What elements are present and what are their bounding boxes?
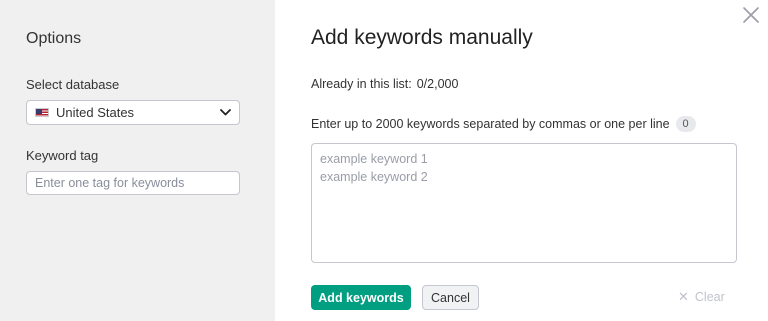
clear-x-icon: ✕: [678, 289, 689, 304]
keyword-tag-label: Keyword tag: [26, 148, 99, 163]
list-count-info: Already in this list: 0/2,000: [311, 77, 458, 91]
instructions-text: Enter up to 2000 keywords separated by c…: [311, 117, 670, 131]
database-select[interactable]: United States: [26, 100, 240, 125]
close-icon[interactable]: [742, 6, 760, 24]
sidebar-title: Options: [26, 30, 82, 47]
keyword-count-badge: 0: [675, 116, 696, 132]
add-keywords-button[interactable]: Add keywords: [311, 285, 411, 310]
keywords-textarea[interactable]: [311, 143, 737, 263]
database-select-value: United States: [56, 105, 135, 120]
us-flag-icon: [35, 108, 49, 117]
list-count-value: 0/2,000: [416, 77, 459, 91]
keyword-tag-input[interactable]: [26, 171, 240, 195]
cancel-button[interactable]: Cancel: [422, 285, 479, 310]
keyword-instructions: Enter up to 2000 keywords separated by c…: [311, 116, 696, 132]
chevron-down-icon: [219, 107, 231, 119]
list-count-label: Already in this list:: [311, 77, 412, 91]
clear-label: Clear: [694, 290, 725, 304]
options-sidebar: Options Select database United States Ke…: [0, 0, 275, 321]
dialog-title: Add keywords manually: [311, 26, 533, 49]
database-label: Select database: [26, 77, 120, 92]
clear-button[interactable]: ✕ Clear: [678, 289, 725, 305]
